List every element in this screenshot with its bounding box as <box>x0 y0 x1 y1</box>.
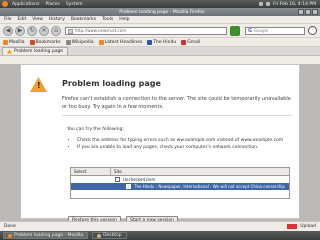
status-text: Done <box>4 224 16 229</box>
col-select[interactable]: Select <box>71 168 111 175</box>
search-icon[interactable] <box>308 26 317 35</box>
flag-icon <box>287 224 298 229</box>
tip-item: Check the address for typing errors such… <box>77 137 283 144</box>
menu-system[interactable]: System <box>66 2 83 7</box>
row-checkbox[interactable] <box>115 177 120 182</box>
bookmark-icon <box>98 39 104 45</box>
bookmark-item[interactable]: Mozilla <box>3 39 25 45</box>
menu-bookmarks[interactable]: Bookmarks <box>71 17 96 22</box>
row-text: The Hindu : Newspaper, International : W… <box>134 184 285 189</box>
window-controls <box>298 9 318 15</box>
top-panel: Applications Places System Fri Feb 16, 4… <box>0 0 320 8</box>
page-icon <box>68 28 73 34</box>
menu-tools[interactable]: Tools <box>102 17 113 22</box>
network-icon[interactable] <box>259 2 264 6</box>
page-content: ! Problem loading page Firefox can't est… <box>0 64 320 221</box>
row-text: Unchecked item <box>123 177 156 182</box>
bookmark-label: Gmail <box>187 39 201 45</box>
tip-item: If you are unable to load any pages, che… <box>77 144 283 151</box>
bookmark-icon <box>29 39 35 45</box>
menu-bar: File Edit View History Bookmarks Tools H… <box>0 16 320 24</box>
bookmarks-toolbar: Mozilla Bookmarks Wikipedia Latest Headl… <box>0 38 320 47</box>
go-button[interactable] <box>230 25 240 36</box>
maximize-icon[interactable] <box>305 9 311 15</box>
tips-list: Check the address for typing errors such… <box>73 137 283 151</box>
top-menus: Applications Places System <box>0 2 83 7</box>
menu-file[interactable]: File <box>4 17 12 22</box>
bookmark-item[interactable]: Bookmarks <box>29 39 61 45</box>
status-right: Upload <box>287 224 316 229</box>
minimize-icon[interactable] <box>298 9 304 15</box>
search-placeholder: Google <box>254 28 269 33</box>
bookmark-label: Mozilla <box>9 39 25 45</box>
taskbar-label: Desktop <box>103 233 122 238</box>
bookmark-label: Latest Headlines <box>104 39 143 45</box>
row-checkbox[interactable]: ✓ <box>126 184 131 189</box>
bookmark-item[interactable]: Latest Headlines <box>98 39 143 45</box>
menu-view[interactable]: View <box>32 17 43 22</box>
forward-icon[interactable]: ▶ <box>15 25 25 36</box>
tab-problem-loading[interactable]: Problem loading page <box>2 47 69 55</box>
table-header: Select Site <box>71 168 289 176</box>
tab-bar: Problem loading page <box>0 47 320 56</box>
warning-icon <box>7 49 12 54</box>
table-row[interactable]: ✓ The Hindu : Newspaper, International :… <box>71 183 289 190</box>
warning-icon: ! <box>30 77 47 92</box>
firefox-window: Problem loading page - Mozilla Firefox F… <box>0 8 320 231</box>
bookmark-label: The Hindu <box>153 39 177 45</box>
error-description: Firefox can't establish a connection to … <box>62 96 291 110</box>
navigation-toolbar: ◀ ▶ ↻ ✕ ⌂ http://www.newsrust.com G Goog… <box>0 24 320 38</box>
home-icon[interactable]: ⌂ <box>51 25 61 36</box>
bookmark-icon <box>65 39 71 45</box>
table-row[interactable]: Unchecked item <box>71 176 289 183</box>
url-input[interactable]: http://www.newsrust.com <box>65 26 227 35</box>
bookmark-label: Wikipedia <box>71 39 94 45</box>
bookmark-label: Bookmarks <box>35 39 61 45</box>
bookmark-icon <box>147 39 153 45</box>
firefox-icon <box>8 233 12 238</box>
close-icon[interactable] <box>312 9 318 15</box>
divider <box>62 115 292 116</box>
title-bar[interactable]: Problem loading page - Mozilla Firefox <box>0 8 320 16</box>
folder-icon <box>97 233 102 238</box>
google-icon: G <box>248 27 253 34</box>
bookmark-item[interactable]: Gmail <box>181 39 201 45</box>
col-site[interactable]: Site <box>111 169 122 174</box>
back-icon[interactable]: ◀ <box>3 25 13 36</box>
tab-label: Problem loading page <box>14 49 64 54</box>
error-title: Problem loading page <box>62 79 161 88</box>
taskbar-item-firefox[interactable]: Problem loading page - Mozilla <box>3 232 89 239</box>
try-heading: You can try the following: <box>67 127 124 132</box>
session-table: Select Site Unchecked item ✓ The Hindu :… <box>70 167 290 199</box>
system-tray: Fri Feb 16, 4:14 PM <box>259 2 320 7</box>
volume-icon[interactable] <box>266 2 271 6</box>
status-bar: Done Upload <box>0 221 320 231</box>
table-body: Unchecked item ✓ The Hindu : Newspaper, … <box>71 176 289 198</box>
upload-text[interactable]: Upload <box>300 224 316 229</box>
bookmark-item[interactable]: The Hindu <box>147 39 177 45</box>
search-input[interactable]: G Google <box>245 26 305 35</box>
menu-edit[interactable]: Edit <box>18 17 27 22</box>
bookmark-icon <box>181 39 187 45</box>
stop-icon[interactable]: ✕ <box>39 25 49 36</box>
url-text: http://www.newsrust.com <box>75 28 126 33</box>
taskbar-label: Problem loading page - Mozilla <box>14 233 84 238</box>
reload-icon[interactable]: ↻ <box>27 25 37 36</box>
window-title: Problem loading page - Mozilla Firefox <box>119 9 205 15</box>
menu-history[interactable]: History <box>49 17 65 22</box>
error-card: ! Problem loading page Firefox can't est… <box>20 64 300 219</box>
menu-places[interactable]: Places <box>46 2 60 7</box>
bottom-taskbar: Problem loading page - Mozilla Desktop <box>0 231 320 240</box>
taskbar-item-desktop[interactable]: Desktop <box>92 232 127 239</box>
ubuntu-logo-icon[interactable] <box>2 1 8 7</box>
menu-applications[interactable]: Applications <box>12 2 40 7</box>
bookmark-item[interactable]: Wikipedia <box>65 39 94 45</box>
bookmark-icon <box>3 39 8 45</box>
clock[interactable]: Fri Feb 16, 4:14 PM <box>273 2 316 7</box>
menu-help[interactable]: Help <box>119 17 129 22</box>
